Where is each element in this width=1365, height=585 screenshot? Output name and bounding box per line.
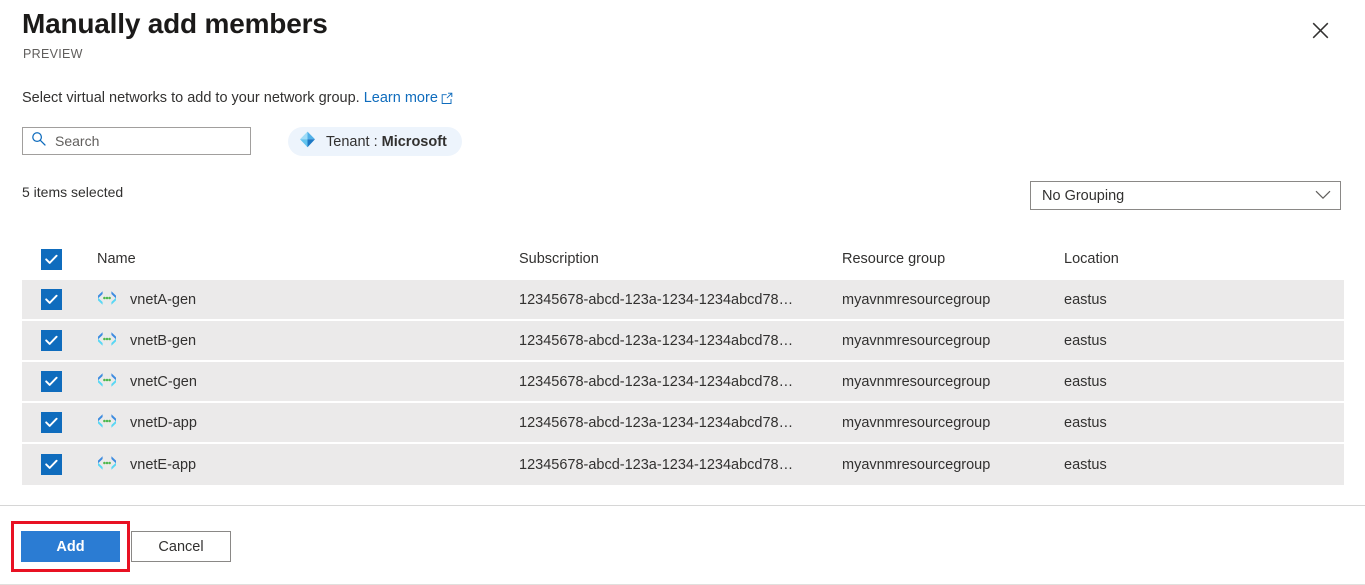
- footer-divider: [0, 505, 1365, 506]
- cell-subscription: 12345678-abcd-123a-1234-1234abcd78…: [519, 456, 794, 473]
- row-checkbox[interactable]: [41, 330, 62, 351]
- learn-more-link[interactable]: Learn more: [364, 90, 438, 106]
- cell-location: eastus: [1064, 291, 1107, 308]
- virtual-network-icon: [97, 455, 117, 475]
- row-checkbox-cell: [22, 330, 97, 351]
- tenant-value: Microsoft: [381, 133, 447, 150]
- cell-resource-group: myavnmresourcegroup: [842, 332, 991, 349]
- cell-subscription: 12345678-abcd-123a-1234-1234abcd78…: [519, 291, 794, 308]
- cell-name: vnetD-app: [97, 413, 519, 433]
- row-name-label: vnetD-app: [130, 414, 197, 431]
- select-all-cell: [22, 248, 97, 270]
- row-name-label: vnetE-app: [130, 456, 197, 473]
- cell-resource-group: myavnmresourcegroup: [842, 456, 991, 473]
- cell-resource-group: myavnmresourcegroup: [842, 291, 991, 308]
- table-header-row: Name Subscription Resource group Locatio…: [22, 238, 1344, 280]
- row-checkbox[interactable]: [41, 412, 62, 433]
- cell-name: vnetC-gen: [97, 372, 519, 392]
- cell-name: vnetE-app: [97, 455, 519, 475]
- table-row[interactable]: vnetB-gen 12345678-abcd-123a-1234-1234abc…: [22, 321, 1344, 362]
- grouping-selected-value: No Grouping: [1042, 187, 1125, 204]
- select-all-checkbox[interactable]: [41, 248, 62, 270]
- row-checkbox-cell: [22, 371, 97, 392]
- cell-name: vnetB-gen: [97, 331, 519, 351]
- column-header-subscription[interactable]: Subscription: [519, 251, 842, 267]
- close-icon: [1312, 22, 1329, 39]
- tenant-prefix: Tenant :: [326, 133, 382, 150]
- virtual-network-icon: [97, 372, 117, 392]
- table-row[interactable]: vnetC-gen 12345678-abcd-123a-1234-1234abc…: [22, 362, 1344, 403]
- cancel-button[interactable]: Cancel: [131, 531, 231, 562]
- close-button[interactable]: [1302, 12, 1338, 48]
- tenant-filter-pill[interactable]: Tenant : Microsoft: [288, 127, 462, 156]
- row-checkbox[interactable]: [41, 371, 62, 392]
- column-header-location[interactable]: Location: [1064, 251, 1344, 267]
- search-icon: [31, 131, 46, 151]
- table-row[interactable]: vnetE-app 12345678-abcd-123a-1234-1234abc…: [22, 444, 1344, 485]
- panel-description: Select virtual networks to add to your n…: [22, 90, 453, 108]
- cell-location: eastus: [1064, 456, 1107, 473]
- selected-count-label: 5 items selected: [22, 184, 124, 200]
- learn-more-label: Learn more: [363, 90, 438, 106]
- members-table: Name Subscription Resource group Locatio…: [22, 238, 1344, 485]
- row-checkbox-cell: [22, 412, 97, 433]
- row-name-label: vnetC-gen: [130, 373, 197, 390]
- chevron-down-icon: [1315, 187, 1331, 205]
- cell-location: eastus: [1064, 332, 1107, 349]
- column-header-resource-group[interactable]: Resource group: [842, 251, 1064, 267]
- description-text: Select virtual networks to add to your n…: [22, 90, 360, 106]
- add-button[interactable]: Add: [21, 531, 120, 562]
- cell-resource-group: myavnmresourcegroup: [842, 373, 991, 390]
- row-checkbox-cell: [22, 289, 97, 310]
- cell-resource-group: myavnmresourcegroup: [842, 414, 991, 431]
- table-row[interactable]: vnetA-gen 12345678-abcd-123a-1234-1234abc…: [22, 280, 1344, 321]
- preview-badge: PREVIEW: [23, 47, 83, 61]
- tenant-filter-label: Tenant : Microsoft: [326, 134, 447, 150]
- external-link-icon: [441, 92, 453, 108]
- table-row[interactable]: vnetD-app 12345678-abcd-123a-1234-1234abc…: [22, 403, 1344, 444]
- cell-subscription: 12345678-abcd-123a-1234-1234abcd78…: [519, 373, 794, 390]
- row-name-label: vnetA-gen: [130, 291, 197, 308]
- azure-ad-tenant-icon: [298, 130, 317, 154]
- row-name-label: vnetB-gen: [130, 332, 197, 349]
- page-title: Manually add members: [22, 8, 328, 39]
- grouping-dropdown[interactable]: No Grouping: [1030, 181, 1341, 210]
- table-body: vnetA-gen 12345678-abcd-123a-1234-1234abc…: [22, 280, 1344, 485]
- search-box[interactable]: [22, 127, 251, 155]
- search-input[interactable]: [55, 133, 242, 149]
- cell-location: eastus: [1064, 373, 1107, 390]
- cell-subscription: 12345678-abcd-123a-1234-1234abcd78…: [519, 332, 794, 349]
- cell-subscription: 12345678-abcd-123a-1234-1234abcd78…: [519, 414, 794, 431]
- virtual-network-icon: [97, 290, 117, 310]
- cell-location: eastus: [1064, 414, 1107, 431]
- row-checkbox[interactable]: [41, 289, 62, 310]
- virtual-network-icon: [97, 331, 117, 351]
- column-header-name[interactable]: Name: [97, 251, 519, 267]
- row-checkbox-cell: [22, 454, 97, 475]
- cell-name: vnetA-gen: [97, 290, 519, 310]
- row-checkbox[interactable]: [41, 454, 62, 475]
- virtual-network-icon: [97, 413, 117, 433]
